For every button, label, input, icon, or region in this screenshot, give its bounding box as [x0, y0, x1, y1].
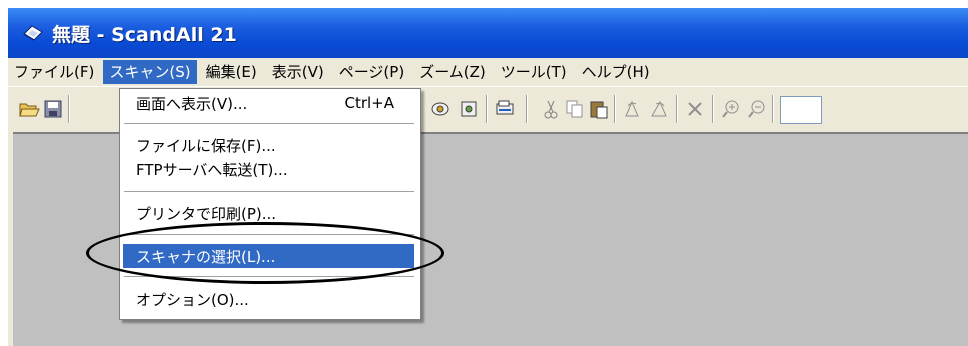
- cut-icon[interactable]: [540, 98, 562, 120]
- zoom-level-field[interactable]: [780, 96, 822, 124]
- zoom-out-icon[interactable]: [746, 98, 768, 120]
- scan-settings-icon[interactable]: [494, 98, 516, 120]
- menu-separator: [124, 191, 414, 192]
- menu-item-label: ファイルに保存(F)...: [136, 136, 276, 155]
- menu-item-print[interactable]: プリンタで印刷(P)...: [123, 201, 414, 225]
- menu-item-save-to-file[interactable]: ファイルに保存(F)...: [123, 133, 414, 157]
- title-bar[interactable]: 無題 - ScandAll 21: [8, 8, 968, 58]
- menu-item-label: FTPサーバへ転送(T)...: [136, 160, 288, 179]
- menu-item-display-on-screen[interactable]: 画面へ表示(V)... Ctrl+A: [123, 91, 414, 115]
- menu-item-label: オプション(O)...: [136, 290, 249, 309]
- window-title: 無題 - ScandAll 21: [52, 23, 237, 46]
- menu-item-options[interactable]: オプション(O)...: [123, 287, 414, 311]
- scan-menu-dropdown: 画面へ表示(V)... Ctrl+A ファイルに保存(F)... FTPサーバへ…: [119, 88, 421, 320]
- menu-file[interactable]: ファイル(F): [8, 60, 100, 84]
- open-folder-icon[interactable]: [18, 98, 40, 120]
- menu-separator: [124, 123, 414, 124]
- menu-view[interactable]: 表示(V): [266, 60, 330, 84]
- menu-item-shortcut: Ctrl+A: [344, 94, 394, 112]
- menu-tools[interactable]: ツール(T): [495, 60, 573, 84]
- menu-help[interactable]: ヘルプ(H): [576, 60, 656, 84]
- menu-item-label: 画面へ表示(V)...: [136, 94, 248, 113]
- save-icon[interactable]: [42, 98, 64, 120]
- menu-scan[interactable]: スキャン(S): [103, 60, 197, 84]
- menu-zoom[interactable]: ズーム(Z): [413, 60, 492, 84]
- menu-page[interactable]: ページ(P): [333, 60, 410, 84]
- menu-item-label: プリンタで印刷(P)...: [136, 204, 277, 223]
- delete-icon[interactable]: [684, 98, 706, 120]
- paste-icon[interactable]: [588, 98, 610, 120]
- toolbar-separator: [676, 95, 678, 123]
- menu-edit[interactable]: 編集(E): [200, 60, 263, 84]
- rotate-left-icon[interactable]: [622, 98, 644, 120]
- toolbar-separator: [486, 95, 488, 123]
- menu-separator: [124, 234, 414, 235]
- toolbar-separator: [526, 95, 528, 123]
- toolbar-separator: [772, 95, 774, 123]
- app-window: 無題 - ScandAll 21 ファイル(F) スキャン(S) 編集(E) 表…: [8, 8, 968, 346]
- workspace-border: [8, 132, 13, 346]
- scan-icon[interactable]: [429, 98, 451, 120]
- rotate-right-icon[interactable]: [648, 98, 670, 120]
- toolbar-separator: [712, 95, 714, 123]
- menu-bar: ファイル(F) スキャン(S) 編集(E) 表示(V) ページ(P) ズーム(Z…: [8, 58, 968, 86]
- toolbar-separator: [68, 95, 70, 123]
- copy-icon[interactable]: [564, 98, 586, 120]
- menu-item-ftp-transfer[interactable]: FTPサーバへ転送(T)...: [123, 157, 414, 181]
- toolbar-separator: [614, 95, 616, 123]
- scanner-app-icon: [22, 22, 44, 44]
- scan-batch-icon[interactable]: [458, 98, 480, 120]
- menu-item-select-scanner[interactable]: スキャナの選択(L)...: [123, 244, 414, 268]
- menu-separator: [124, 276, 414, 277]
- menu-item-label: スキャナの選択(L)...: [136, 247, 276, 266]
- zoom-in-icon[interactable]: [720, 98, 742, 120]
